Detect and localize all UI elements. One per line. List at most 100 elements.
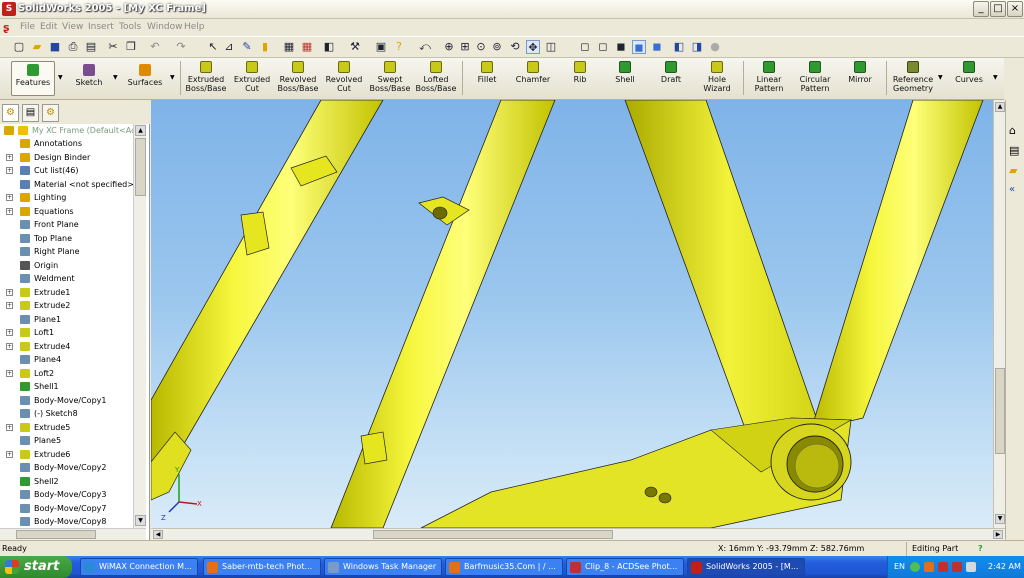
cm-extruded-cut[interactable]: Extruded Cut — [229, 61, 275, 93]
graphics-hscroll-thumb[interactable] — [373, 530, 613, 539]
tray-app-icon-3[interactable] — [952, 562, 962, 572]
graphics-area[interactable]: Y X Z — [151, 100, 993, 528]
zoom-area-icon[interactable]: ⊞ — [458, 40, 472, 54]
solidworks-logo-icon[interactable]: ʂ — [3, 21, 16, 34]
tree-item[interactable]: + Extrude1 — [0, 286, 132, 299]
language-indicator[interactable]: EN — [894, 556, 905, 578]
menu-file[interactable]: File — [20, 22, 35, 32]
configuration-manager-tab[interactable]: ⚙ — [42, 104, 59, 122]
tree-item[interactable]: Weldment — [0, 272, 132, 285]
cm-revolved-cut[interactable]: Revolved Cut — [321, 61, 367, 93]
tree-item[interactable]: Shell1 — [0, 380, 132, 393]
expand-icon[interactable]: + — [6, 153, 13, 161]
tree-item[interactable]: Annotations — [0, 137, 132, 150]
graphics-scroll-left-icon[interactable]: ◀ — [153, 530, 163, 539]
expand-icon[interactable]: + — [6, 167, 13, 174]
tree-item[interactable]: Body-Move/Copy2 — [0, 461, 132, 474]
tree-item[interactable]: + Extrude6 — [0, 448, 132, 461]
realview-icon[interactable]: ● — [708, 40, 722, 54]
tree-item[interactable]: Right Plane — [0, 245, 132, 258]
tree-item[interactable]: Top Plane — [0, 232, 132, 245]
cm-lofted-boss[interactable]: Lofted Boss/Base — [413, 61, 459, 93]
tree-item[interactable]: + Extrude4 — [0, 340, 132, 353]
sketch-icon[interactable]: ✎ — [240, 40, 254, 54]
hidden-lines-visible-icon[interactable]: ◻ — [596, 40, 610, 54]
print-preview-icon[interactable]: ▤ — [84, 40, 98, 54]
graphics-horizontal-scrollbar[interactable]: ◀ ▶ — [151, 528, 1005, 540]
tree-hscroll-thumb[interactable] — [16, 530, 96, 539]
tree-item[interactable]: + Extrude2 — [0, 299, 132, 312]
taskbar-button[interactable]: Windows Task Manager — [324, 558, 442, 576]
cm-linear-pattern[interactable]: Linear Pattern — [748, 61, 790, 93]
print-icon[interactable]: ⎙ — [66, 40, 80, 54]
cm-rib[interactable]: Rib — [562, 61, 598, 84]
curves-dropdown-icon[interactable]: ▼ — [993, 74, 998, 81]
taskbar-button[interactable]: WiMAX Connection M... — [80, 558, 198, 576]
expand-icon[interactable]: + — [6, 194, 13, 201]
undo-icon[interactable]: ↶ — [148, 40, 162, 54]
hidden-lines-removed-icon[interactable]: ◼ — [614, 40, 628, 54]
minimize-button[interactable]: _ — [973, 1, 989, 17]
surfaces-dropdown-icon[interactable]: ▼ — [170, 74, 175, 81]
tree-item[interactable]: Front Plane — [0, 218, 132, 231]
grid-icon[interactable]: ▦ — [282, 40, 296, 54]
reference-geometry-dropdown-icon[interactable]: ▼ — [938, 74, 943, 81]
measure-icon[interactable]: ⚒ — [348, 40, 362, 54]
tree-item[interactable]: + Lighting — [0, 191, 132, 204]
taskbar-button[interactable]: Barfmusic35.Com | / ... — [445, 558, 563, 576]
select-filter-icon[interactable]: ⊿ — [222, 40, 236, 54]
tree-item[interactable]: + Loft2 — [0, 367, 132, 380]
shaded-with-edges-icon[interactable]: ◼ — [632, 40, 646, 54]
home-icon[interactable]: ⌂ — [1009, 124, 1016, 137]
tree-item[interactable]: + Equations — [0, 205, 132, 218]
scroll-up-icon[interactable]: ▲ — [135, 125, 146, 136]
tree-item[interactable]: Plane1 — [0, 313, 132, 326]
expand-icon[interactable]: + — [6, 450, 13, 458]
cm-sketch[interactable]: Sketch — [70, 64, 108, 87]
menu-tools[interactable]: Tools — [119, 22, 141, 32]
expand-icon[interactable]: + — [6, 329, 13, 336]
tree-horizontal-scrollbar[interactable] — [0, 528, 146, 540]
cm-curves[interactable]: Curves — [950, 61, 988, 84]
maximize-button[interactable]: □ — [990, 1, 1006, 17]
expand-icon[interactable]: + — [6, 369, 13, 377]
graphics-scroll-right-icon[interactable]: ▶ — [993, 530, 1003, 539]
tree-item[interactable]: + Cut list(46) — [0, 164, 132, 177]
feature-manager-tab[interactable]: ⚙ — [2, 104, 19, 122]
rebuild-icon[interactable]: ▮ — [258, 40, 272, 54]
menu-help[interactable]: Help — [184, 22, 205, 32]
help-icon[interactable]: ? — [392, 40, 406, 54]
copy-icon[interactable]: ❐ — [124, 40, 138, 54]
cm-reference-geometry[interactable]: Reference Geometry — [889, 61, 937, 93]
save-icon[interactable]: ■ — [48, 40, 62, 54]
cm-circular-pattern[interactable]: Circular Pattern — [794, 61, 836, 93]
cm-mirror[interactable]: Mirror — [840, 61, 880, 84]
wireframe-icon[interactable]: ◻ — [578, 40, 592, 54]
property-manager-tab[interactable]: ▤ — [22, 104, 39, 122]
clock[interactable]: 2:42 AM — [988, 556, 1021, 578]
cm-draft[interactable]: Draft — [652, 61, 690, 84]
previous-view-icon[interactable]: ⤺ — [418, 40, 432, 54]
tree-vertical-scrollbar[interactable]: ▲ ▼ — [133, 124, 146, 528]
menu-edit[interactable]: Edit — [40, 22, 57, 32]
shadows-icon[interactable]: ◧ — [672, 40, 686, 54]
pan-icon[interactable]: ✥ — [526, 40, 540, 54]
tree-item[interactable]: Plane5 — [0, 434, 132, 447]
tree-item[interactable]: Body-Move/Copy7 — [0, 502, 132, 515]
zoom-in-out-icon[interactable]: ⊙ — [474, 40, 488, 54]
tree-item[interactable]: (-) Sketch8 — [0, 407, 132, 420]
sketch-dropdown-icon[interactable]: ▼ — [113, 74, 118, 81]
title-bar[interactable]: S SolidWorks 2005 - [My XC Frame] _ □ × — [0, 0, 1024, 19]
volume-icon[interactable] — [966, 562, 976, 572]
cm-swept-boss[interactable]: Swept Boss/Base — [367, 61, 413, 93]
cut-icon[interactable]: ✂ — [106, 40, 120, 54]
cm-surfaces[interactable]: Surfaces — [124, 64, 166, 87]
zoom-fit-icon[interactable]: ⊕ — [442, 40, 456, 54]
tree-root[interactable]: My XC Frame (Default<Ac — [0, 124, 133, 137]
scroll-down-icon[interactable]: ▼ — [135, 515, 146, 526]
collapse-pane-icon[interactable]: « — [1009, 184, 1015, 195]
tree-item[interactable]: Plane4 — [0, 353, 132, 366]
expand-icon[interactable]: + — [6, 423, 13, 431]
cm-fillet[interactable]: Fillet — [467, 61, 507, 84]
tray-app-icon-1[interactable] — [924, 562, 934, 572]
